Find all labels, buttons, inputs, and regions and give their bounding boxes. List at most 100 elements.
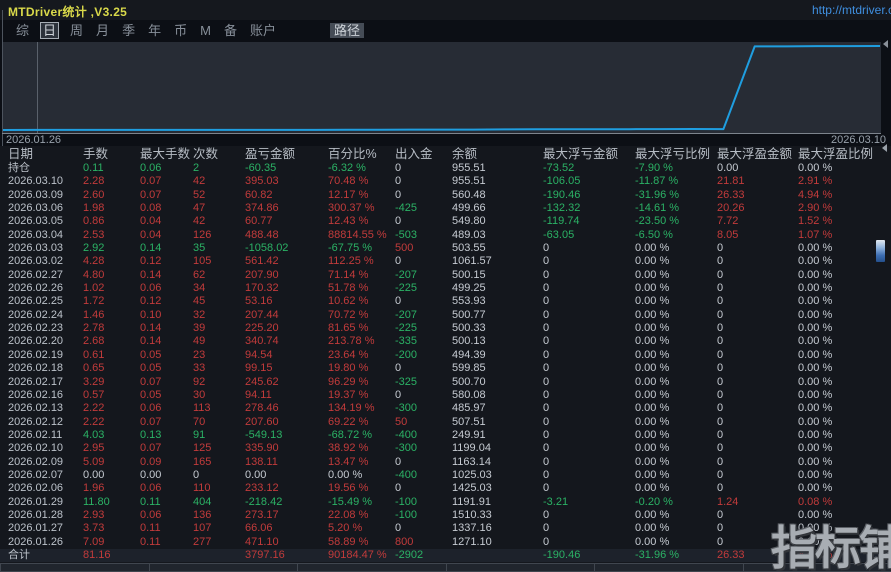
table-row[interactable]: 2026.02.06 1.96 0.06 110 233.12 19.56 % 0 1425.… [0, 482, 891, 495]
table-row[interactable]: 2026.03.04 2.53 0.04 126 488.48 88814.55 % -50… [0, 229, 891, 242]
column-header[interactable]: 最大浮亏比例 [635, 146, 717, 162]
value-cell: 0.07 [140, 415, 162, 428]
table-row[interactable]: 2026.02.07 0.00 0.00 0 0.00 0.00 % -400 1025.03… [0, 469, 891, 482]
date-cell: 2026.03.03 [8, 242, 64, 255]
value-cell: 81.65 % [328, 322, 369, 335]
value-cell: 0 [717, 308, 724, 321]
website-link[interactable]: http://mtdriver.c [812, 3, 891, 17]
column-header[interactable]: 余额 [452, 146, 543, 162]
table-row[interactable]: 2026.02.09 5.09 0.09 165 138.11 13.47 % 0 1163.… [0, 456, 891, 469]
column-header[interactable]: 日期 [8, 146, 83, 162]
value-cell: 107 [193, 522, 212, 535]
value-cell: 1.07 % [798, 228, 833, 241]
value-cell: 0.05 [140, 362, 162, 375]
value-cell: 0 [717, 375, 724, 388]
value-cell: 0 [395, 255, 402, 268]
table-body: 持仓 0.11 0.06 2 -60.35 -6.32 % 0 955.51 -73.52 -7.… [0, 162, 891, 563]
table-row[interactable]: 2026.02.24 1.46 0.10 32 207.44 70.72 % -207 500… [0, 309, 891, 322]
table-row[interactable]: 2026.02.13 2.22 0.06 113 278.46 134.19 % -300 4… [0, 402, 891, 415]
table-row[interactable]: 2026.03.02 4.28 0.12 105 561.42 112.25 % 0 1061… [0, 255, 891, 268]
value-cell: 245.62 [245, 375, 279, 388]
table-row[interactable]: 2026.02.18 0.65 0.05 33 99.15 19.80 % 0 599.85 0… [0, 362, 891, 375]
column-header[interactable]: 盈亏金额 [245, 146, 328, 162]
value-cell: 0 [543, 375, 550, 388]
value-cell: 500.13 [452, 335, 486, 348]
table-row[interactable]: 2026.03.03 2.92 0.14 35 -1058.02 -67.75 % 500 5… [0, 242, 891, 255]
value-cell: 66.06 [245, 522, 273, 535]
value-cell: -325 [395, 375, 418, 388]
table-row[interactable]: 2026.01.28 2.93 0.06 136 273.17 22.08 % -100 15… [0, 509, 891, 522]
menu-item-备[interactable]: 备 [222, 23, 239, 38]
table-row[interactable]: 2026.01.26 7.09 0.11 277 471.10 58.89 % 800 127… [0, 536, 891, 549]
value-cell: 0.00 % [635, 242, 670, 255]
menu-item-账户[interactable]: 账户 [248, 23, 278, 38]
value-cell: 0.00 % [798, 348, 833, 361]
date-cell: 2026.02.27 [8, 268, 64, 281]
column-header[interactable]: 最大浮盈比例 [798, 146, 882, 162]
value-cell: 0.06 [140, 482, 162, 495]
table-row[interactable]: 2026.03.09 2.60 0.07 52 60.82 12.17 % 0 560.48 -… [0, 189, 891, 202]
value-cell: 60.77 [245, 215, 273, 228]
table-row[interactable]: 2026.02.23 2.78 0.14 39 225.20 81.65 % -225 500… [0, 322, 891, 335]
table-row[interactable]: 2026.02.25 1.72 0.12 45 53.16 10.62 % 0 553.93 0… [0, 295, 891, 308]
table-row[interactable]: 2026.02.16 0.57 0.05 30 94.11 19.37 % 0 580.08 0… [0, 389, 891, 402]
table-row[interactable]: 2026.01.29 11.80 0.11 404 -218.42 -15.49 % -10… [0, 496, 891, 509]
value-cell: 91 [193, 428, 206, 441]
value-cell: 2.53 [83, 228, 105, 241]
value-cell: 1061.57 [452, 255, 492, 268]
value-cell: 0.00 % [635, 442, 670, 455]
column-header[interactable]: 最大浮亏金额 [543, 146, 635, 162]
total-row[interactable]: 合计 81.16 3797.16 90184.47 % -2902 -190.46 -31.… [0, 548, 891, 563]
column-header[interactable]: 出入金 [395, 146, 452, 162]
menu-item-年[interactable]: 年 [146, 23, 163, 38]
column-header[interactable]: 最大手数 [140, 146, 193, 162]
table-row[interactable]: 2026.02.11 4.03 0.13 91 -549.13 -68.72 % -400 2… [0, 429, 891, 442]
table-row[interactable]: 2026.03.05 0.86 0.04 42 60.77 12.43 % 0 549.80 -… [0, 215, 891, 228]
value-cell: 134.19 % [328, 402, 375, 415]
scrollbar-thumb[interactable] [876, 240, 885, 262]
menu-item-币[interactable]: 币 [172, 23, 189, 38]
table-row[interactable]: 2026.02.19 0.61 0.05 23 94.54 23.64 % -200 494.… [0, 349, 891, 362]
table-row[interactable]: 2026.02.27 4.80 0.14 62 207.90 71.14 % -207 500… [0, 269, 891, 282]
table-row[interactable]: 2026.02.17 3.29 0.07 92 245.62 96.29 % -325 500… [0, 376, 891, 389]
value-cell: 0 [717, 442, 724, 455]
value-cell: 0.57 [83, 388, 105, 401]
table-row[interactable]: 2026.02.20 2.68 0.14 49 340.74 213.78 % -335 50… [0, 335, 891, 348]
value-cell: 94.11 [245, 388, 272, 401]
value-cell: 488.48 [245, 228, 279, 241]
column-header[interactable]: 百分比% [328, 146, 395, 162]
menu-item-日[interactable]: 日 [40, 21, 60, 39]
date-cell: 2026.02.10 [8, 442, 64, 455]
value-cell: 1.98 [83, 202, 105, 215]
date-cell: 2026.03.09 [8, 188, 64, 201]
column-header[interactable]: 次数 [193, 146, 245, 162]
table-row[interactable]: 2026.02.12 2.22 0.07 70 207.60 69.22 % 50 507.5… [0, 416, 891, 429]
value-cell: 207.44 [245, 308, 279, 321]
path-button[interactable]: 路径 [329, 22, 364, 38]
value-cell: 1.46 [83, 308, 105, 321]
menu-item-周[interactable]: 周 [68, 23, 85, 38]
column-header[interactable]: 手数 [83, 146, 140, 162]
value-cell: 489.03 [452, 228, 486, 241]
table-row[interactable]: 2026.02.10 2.95 0.07 125 335.90 38.92 % -300 11… [0, 442, 891, 455]
value-cell: 0.00 % [798, 455, 833, 468]
menu-item-季[interactable]: 季 [120, 23, 137, 38]
value-cell: 0 [543, 335, 550, 348]
value-cell: 170.32 [245, 282, 279, 295]
scroll-arrow-icon[interactable] [882, 144, 887, 152]
value-cell: -73.52 [543, 162, 575, 174]
value-cell: 0 [543, 482, 550, 495]
value-cell: 19.37 % [328, 388, 369, 401]
menu-item-综[interactable]: 综 [14, 23, 31, 38]
value-cell: 0 [543, 468, 550, 481]
table-row[interactable]: 持仓 0.11 0.06 2 -60.35 -6.32 % 0 955.51 -73.52 -7.… [0, 162, 891, 175]
table-row[interactable]: 2026.02.26 1.02 0.06 34 170.32 51.78 % -225 499… [0, 282, 891, 295]
table-row[interactable]: 2026.01.27 3.73 0.11 107 66.06 5.20 % 0 1337.16… [0, 522, 891, 535]
menu-item-月[interactable]: 月 [94, 23, 111, 38]
table-row[interactable]: 2026.03.06 1.98 0.08 47 374.86 300.37 % -425 49… [0, 202, 891, 215]
menu-item-M[interactable]: M [198, 23, 213, 38]
table-row[interactable]: 2026.03.10 2.28 0.07 42 395.03 70.48 % 0 955.51… [0, 175, 891, 188]
value-cell: 0.00 % [635, 348, 670, 361]
column-header[interactable]: 最大浮盈金额 [717, 146, 798, 162]
value-cell: 233.12 [245, 482, 279, 495]
